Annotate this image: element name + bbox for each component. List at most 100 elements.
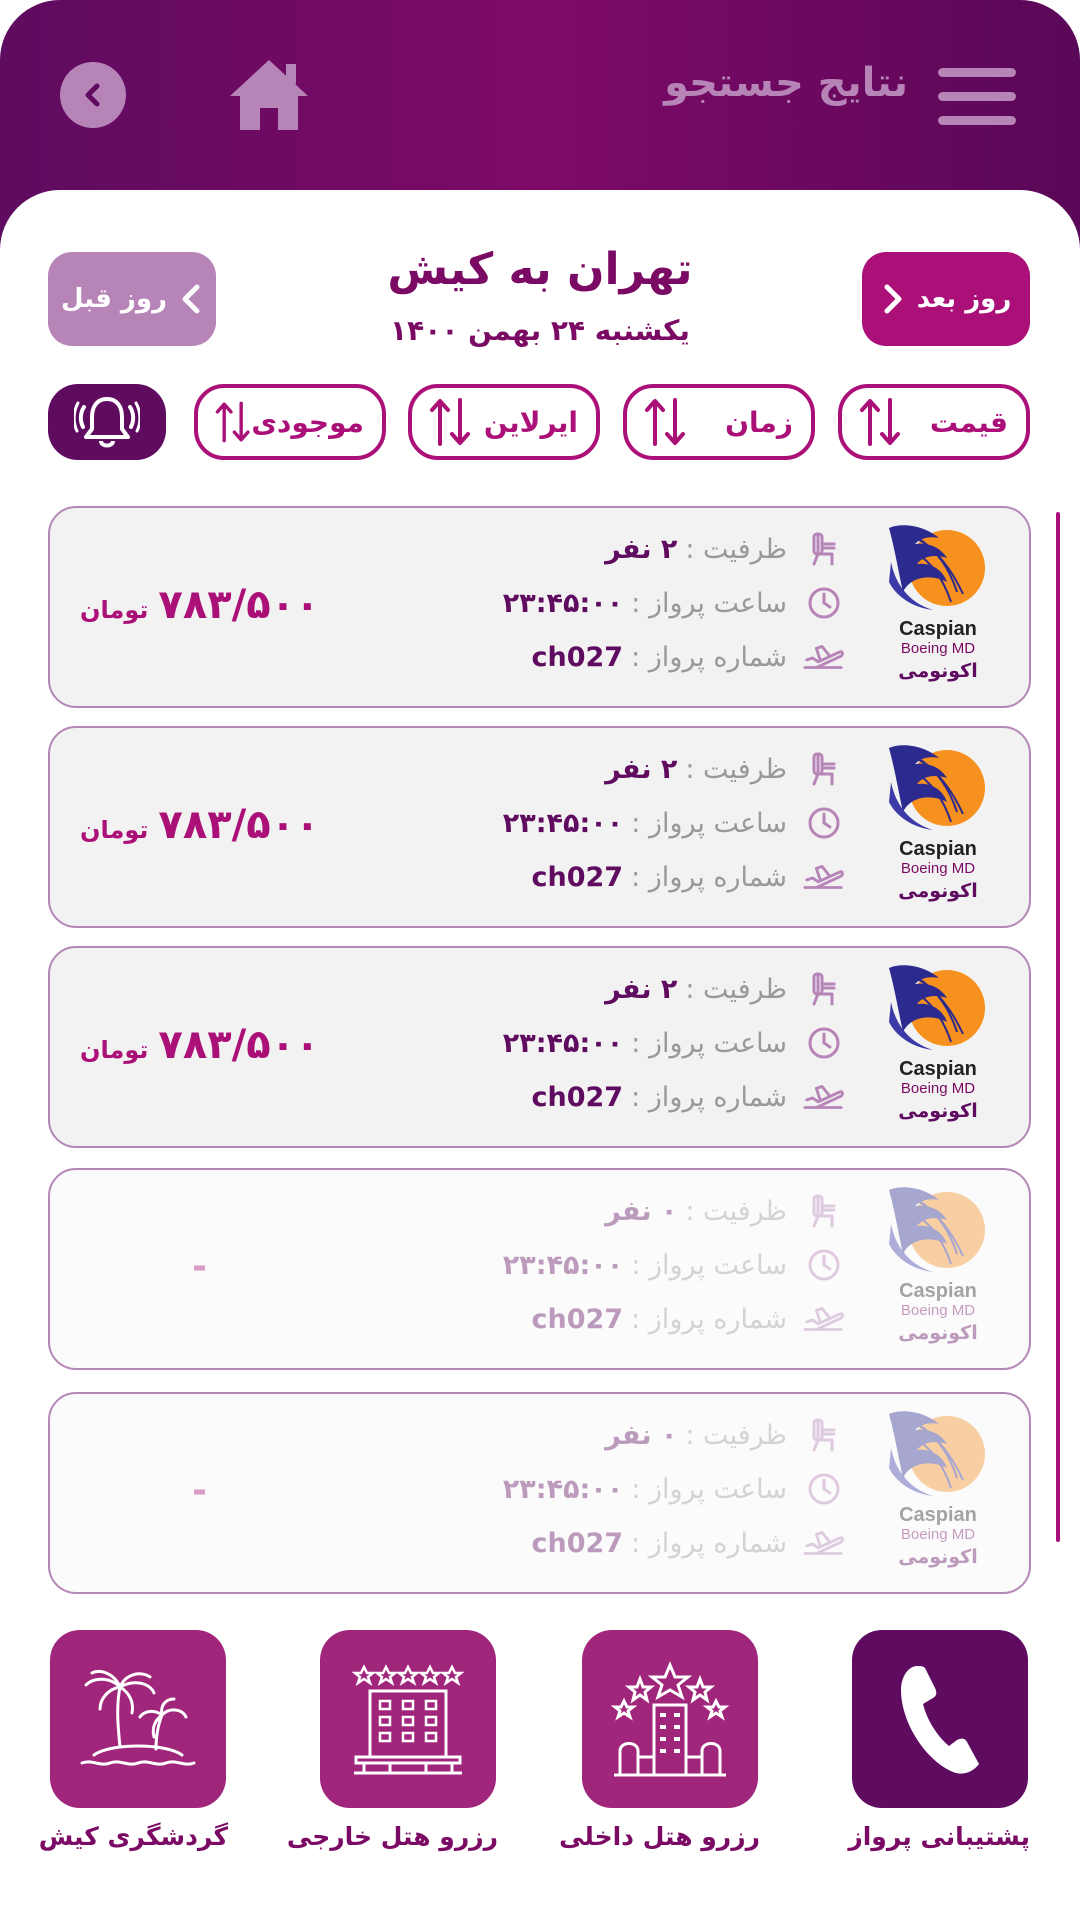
airline-logo: Caspian Boeing MD اکونومی [877, 522, 999, 692]
flight-support-service[interactable]: پشتیبانی پرواز [848, 1630, 1030, 1851]
chevron-left-icon [85, 83, 100, 107]
flight-number: ch027 [531, 1303, 624, 1335]
prev-day-button[interactable]: روز قبل [48, 252, 216, 346]
caspian-logo-icon [889, 745, 985, 830]
sort-arrows-icon [645, 398, 685, 446]
flight-number: ch027 [531, 1527, 624, 1559]
capacity-row: ظرفیت : ۲ نفر [605, 526, 845, 572]
price-amount: ۷۸۳/۵۰۰ [158, 582, 320, 628]
aircraft-type: Boeing MD [900, 1526, 976, 1543]
clock-icon [803, 1469, 845, 1509]
cabin-class: اکونومی [898, 1100, 978, 1122]
phone-icon [901, 1666, 979, 1774]
capacity-label: ظرفیت : [685, 973, 787, 1005]
chevron-right-icon [884, 284, 902, 314]
airline-name: Caspian [899, 1058, 977, 1080]
departure-row: ساعت پرواز : ۲۳:۴۵:۰۰ [503, 800, 845, 846]
foreign-hotel-service[interactable]: رزرو هتل خارجی [287, 1630, 498, 1851]
departure-row: ساعت پرواز : ۲۳:۴۵:۰۰ [503, 1466, 845, 1512]
flight-number-row: شماره پرواز : ch027 [532, 1074, 846, 1120]
airline-logo: Caspian Boeing MD اکونومی [877, 742, 999, 912]
page-title: نتایج جستجو [664, 60, 908, 106]
support-tile[interactable] [852, 1630, 1028, 1808]
cabin-class: اکونومی [898, 880, 978, 902]
flight-card[interactable]: Caspian Boeing MD اکونومی ظرفیت : ۲ نفر … [48, 726, 1031, 928]
departure-row: ساعت پرواز : ۲۳:۴۵:۰۰ [503, 580, 845, 626]
route-title: تهران به کیش [387, 244, 693, 295]
departure-label: ساعت پرواز : [631, 1027, 787, 1059]
clock-icon [803, 803, 845, 843]
kish-tour-service[interactable]: گردشگری کیش [38, 1630, 228, 1851]
domestic-hotel-service[interactable]: رزرو هتل داخلی [559, 1630, 760, 1851]
cabin-class: اکونومی [898, 1322, 978, 1344]
hotel-building-icon [351, 1664, 465, 1775]
next-day-label: روز بعد [916, 284, 1012, 314]
flight-number-row: شماره پرواز : ch027 [532, 854, 846, 900]
capacity-label: ظرفیت : [685, 533, 787, 565]
airline-logo: Caspian Boeing MD اکونومی [877, 1408, 999, 1578]
price: ۷۸۳/۵۰۰ تومان [80, 1022, 320, 1068]
flight-number-row: شماره پرواز : ch027 [532, 634, 846, 680]
departure-row: ساعت پرواز : ۲۳:۴۵:۰۰ [503, 1020, 845, 1066]
capacity-value: ۰ نفر [605, 1195, 678, 1227]
sort-time-chip[interactable]: زمان [623, 384, 815, 460]
capacity-row: ظرفیت : ۲ نفر [605, 746, 845, 792]
price-currency: تومان [80, 1036, 149, 1064]
back-button[interactable] [60, 62, 126, 128]
chevron-left-icon [182, 284, 200, 314]
capacity-row: ظرفیت : ۰ نفر [605, 1412, 845, 1458]
sort-airline-chip[interactable]: ایرلاین [408, 384, 600, 460]
flight-number-label: شماره پرواز : [631, 1303, 787, 1335]
sort-availability-chip[interactable]: موجودی [194, 384, 386, 460]
departure-time: ۲۳:۴۵:۰۰ [502, 807, 624, 839]
seat-icon [803, 1415, 845, 1455]
capacity-label: ظرفیت : [685, 1195, 787, 1227]
clock-icon [803, 1023, 845, 1063]
price-amount: ۷۸۳/۵۰۰ [158, 802, 320, 848]
sort-price-chip[interactable]: قیمت [838, 384, 1030, 460]
price: ۷۸۳/۵۰۰ تومان [80, 582, 320, 628]
departure-label: ساعت پرواز : [631, 587, 787, 619]
departure-label: ساعت پرواز : [631, 807, 787, 839]
capacity-value: ۲ نفر [605, 973, 678, 1005]
capacity-row: ظرفیت : ۰ نفر [605, 1188, 845, 1234]
flight-number-label: شماره پرواز : [631, 641, 787, 673]
foreign-hotel-tile[interactable] [320, 1630, 496, 1808]
support-label: پشتیبانی پرواز [848, 1822, 1030, 1851]
plane-takeoff-icon [803, 1077, 845, 1117]
flight-number-label: شماره پرواز : [631, 861, 787, 893]
hamburger-menu-icon[interactable] [938, 68, 1016, 125]
flight-card[interactable]: Caspian Boeing MD اکونومی ظرفیت : ۰ نفر … [48, 1168, 1031, 1370]
departure-time: ۲۳:۴۵:۰۰ [502, 1473, 624, 1505]
hotel-stars-icon [610, 1661, 730, 1777]
kish-tour-tile[interactable] [50, 1630, 226, 1808]
price-unavailable: - [192, 1470, 207, 1511]
domestic-hotel-label: رزرو هتل داخلی [559, 1822, 760, 1851]
palm-island-icon [80, 1670, 196, 1766]
kish-tour-label: گردشگری کیش [38, 1822, 228, 1851]
sort-availability-label: موجودی [251, 405, 364, 439]
airline-name: Caspian [899, 838, 977, 860]
flight-card[interactable]: Caspian Boeing MD اکونومی ظرفیت : ۲ نفر … [48, 506, 1031, 708]
price-alert-button[interactable] [48, 384, 166, 460]
sort-airline-label: ایرلاین [483, 405, 578, 439]
clock-icon [803, 583, 845, 623]
airline-name: Caspian [899, 618, 977, 640]
capacity-value: ۲ نفر [605, 533, 678, 565]
capacity-row: ظرفیت : ۲ نفر [605, 966, 845, 1012]
next-day-button[interactable]: روز بعد [862, 252, 1030, 346]
flight-number: ch027 [531, 641, 624, 673]
home-icon[interactable] [226, 56, 312, 132]
sort-time-label: زمان [725, 405, 793, 439]
sort-arrows-icon [215, 401, 250, 443]
aircraft-type: Boeing MD [900, 860, 976, 877]
list-scrollbar[interactable] [1056, 512, 1060, 1542]
price-amount: ۷۸۳/۵۰۰ [158, 1022, 320, 1068]
flight-card[interactable]: Caspian Boeing MD اکونومی ظرفیت : ۰ نفر … [48, 1392, 1031, 1594]
flight-card[interactable]: Caspian Boeing MD اکونومی ظرفیت : ۲ نفر … [48, 946, 1031, 1148]
cabin-class: اکونومی [898, 1546, 978, 1568]
route-date: یکشنبه ۲۴ بهمن ۱۴۰۰ [390, 314, 690, 347]
domestic-hotel-tile[interactable] [582, 1630, 758, 1808]
sort-arrows-icon [860, 398, 900, 446]
aircraft-type: Boeing MD [900, 1080, 976, 1097]
